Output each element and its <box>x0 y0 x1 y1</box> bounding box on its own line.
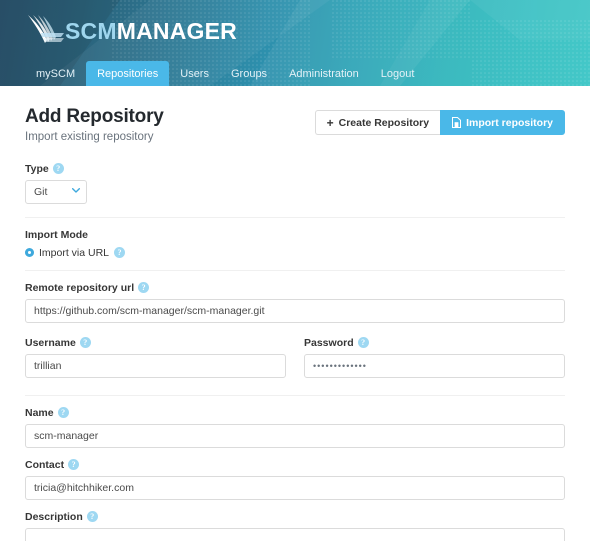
type-select-wrap: Git <box>25 180 87 204</box>
help-icon-description[interactable]: ? <box>87 511 98 522</box>
help-icon-remote-url[interactable]: ? <box>138 282 149 293</box>
brand-logo[interactable]: SCMMANAGER <box>25 13 237 49</box>
remote-url-label-row: Remote repository url ? <box>25 282 565 294</box>
app-window: SCMMANAGER mySCM Repositories Users Grou… <box>0 0 590 541</box>
type-label-row: Type ? <box>25 163 565 175</box>
type-label: Type <box>25 163 49 175</box>
password-label: Password <box>304 337 354 349</box>
plus-icon: + <box>327 117 334 129</box>
contact-label-row: Contact ? <box>25 459 565 471</box>
help-icon-password[interactable]: ? <box>358 337 369 348</box>
name-input[interactable] <box>25 424 565 448</box>
type-field: Type ? Git <box>25 163 565 204</box>
username-label: Username <box>25 337 76 349</box>
password-label-row: Password ? <box>304 337 565 349</box>
import-via-url-label: Import via URL <box>39 247 109 259</box>
contact-input[interactable] <box>25 476 565 500</box>
username-field: Username ? <box>25 337 295 378</box>
description-label: Description <box>25 511 83 523</box>
description-textarea[interactable] <box>25 528 565 541</box>
help-icon-username[interactable]: ? <box>80 337 91 348</box>
divider-after-credentials <box>25 395 565 396</box>
page-header-row: Add Repository Import existing repositor… <box>25 86 565 145</box>
nav-item-repositories[interactable]: Repositories <box>86 61 169 86</box>
create-repository-label: Create Repository <box>339 117 429 129</box>
import-repository-label: Import repository <box>466 117 553 129</box>
nav-item-logout[interactable]: Logout <box>370 61 426 86</box>
remote-url-field: Remote repository url ? <box>25 282 565 323</box>
main-content: Add Repository Import existing repositor… <box>0 86 590 541</box>
nav-item-users[interactable]: Users <box>169 61 220 86</box>
help-icon-type[interactable]: ? <box>53 163 64 174</box>
help-icon-name[interactable]: ? <box>58 407 69 418</box>
page-title: Add Repository <box>25 106 164 128</box>
page-subtitle: Import existing repository <box>25 131 164 145</box>
brand-wordmark: SCMMANAGER <box>65 20 237 43</box>
nav-item-administration[interactable]: Administration <box>278 61 370 86</box>
remote-url-label: Remote repository url <box>25 282 134 294</box>
import-mode-field: Import Mode Import via URL ? <box>25 229 565 259</box>
create-repository-button[interactable]: + Create Repository <box>315 110 440 135</box>
radio-import-via-url[interactable] <box>25 248 34 257</box>
username-label-row: Username ? <box>25 337 286 349</box>
description-field: Description ? <box>25 511 565 541</box>
name-label-row: Name ? <box>25 407 565 419</box>
action-button-group: + Create Repository Import repository <box>315 110 565 135</box>
nav-item-groups[interactable]: Groups <box>220 61 278 86</box>
import-mode-label: Import Mode <box>25 229 565 241</box>
app-header: SCMMANAGER mySCM Repositories Users Grou… <box>0 0 590 86</box>
import-via-url-radio-row[interactable]: Import via URL ? <box>25 247 565 259</box>
help-icon-contact[interactable]: ? <box>68 459 79 470</box>
contact-label: Contact <box>25 459 64 471</box>
brand-scm: SCM <box>65 18 117 44</box>
divider-after-type <box>25 217 565 218</box>
remote-url-input[interactable] <box>25 299 565 323</box>
page-header-text: Add Repository Import existing repositor… <box>25 106 164 145</box>
username-input[interactable] <box>25 354 286 378</box>
description-label-row: Description ? <box>25 511 565 523</box>
divider-after-import-mode <box>25 270 565 271</box>
nav-item-myscm[interactable]: mySCM <box>25 61 86 86</box>
main-navigation: mySCM Repositories Users Groups Administ… <box>25 61 425 86</box>
brand-manager: MANAGER <box>117 18 237 44</box>
contact-field: Contact ? <box>25 459 565 500</box>
type-select[interactable]: Git <box>25 180 87 204</box>
credentials-row: Username ? Password ? ••••••••••••• <box>25 337 565 378</box>
name-field: Name ? <box>25 407 565 448</box>
import-repository-button[interactable]: Import repository <box>440 110 565 135</box>
password-field: Password ? ••••••••••••• <box>295 337 565 378</box>
help-icon-import-mode[interactable]: ? <box>114 247 125 258</box>
feather-wing-logo-icon <box>25 13 65 49</box>
file-import-icon <box>452 117 461 128</box>
password-input[interactable]: ••••••••••••• <box>304 354 565 378</box>
name-label: Name <box>25 407 54 419</box>
